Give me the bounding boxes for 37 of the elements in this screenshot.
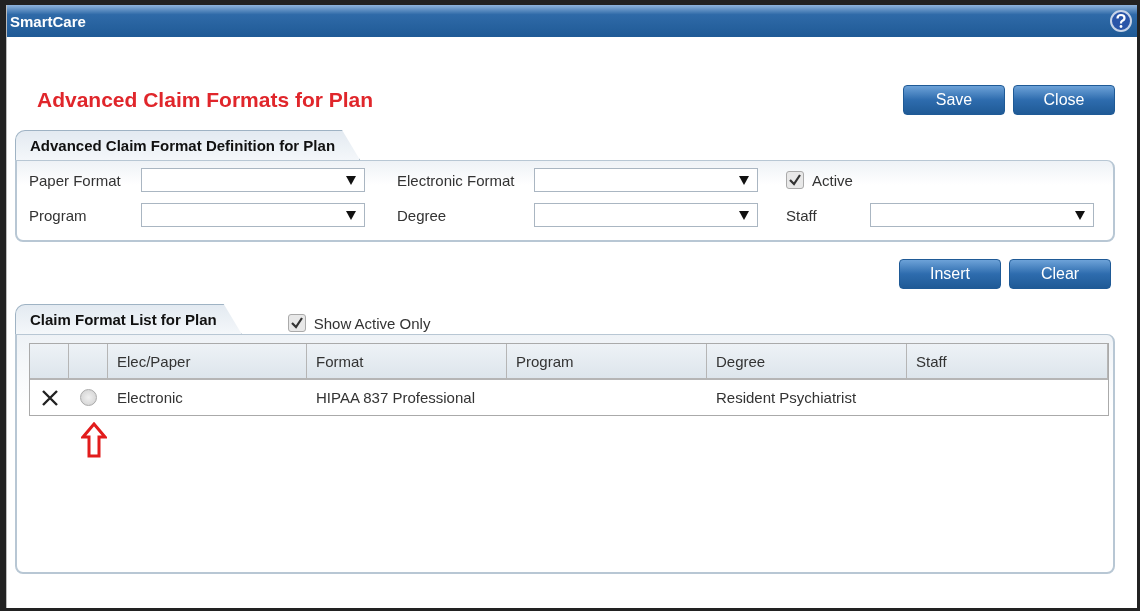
field-label: Electronic Format <box>397 171 516 189</box>
table-cell-text: Resident Psychiatrist <box>715 388 858 408</box>
column-header[interactable]: Program <box>507 344 707 378</box>
dropdown-field[interactable] <box>534 168 758 192</box>
column-header[interactable]: Degree <box>707 344 907 378</box>
radio-button[interactable] <box>80 389 97 406</box>
help-icon[interactable] <box>1110 10 1132 32</box>
action-button[interactable]: Insert <box>899 259 1001 289</box>
column-header[interactable]: Staff <box>907 344 1108 378</box>
field-label: Degree <box>397 206 448 224</box>
dropdown-arrow-icon <box>739 210 749 220</box>
arrow-icon <box>81 422 107 458</box>
window-title: SmartCare <box>10 12 86 30</box>
field-label: Staff <box>786 206 818 224</box>
field-label: Paper Format <box>29 171 122 189</box>
dropdown-field[interactable] <box>870 203 1094 227</box>
dropdown-field[interactable] <box>141 203 365 227</box>
checkbox[interactable] <box>287 314 306 332</box>
column-header[interactable]: Elec/Paper <box>108 344 307 378</box>
action-button[interactable]: Close <box>1013 85 1115 115</box>
table-cell-text: HIPAA 837 Professional <box>315 388 476 408</box>
column-header[interactable]: Format <box>307 344 507 378</box>
dropdown-field[interactable] <box>534 203 758 227</box>
table-cell-text: Electronic <box>116 388 184 408</box>
checkbox-label: Show Active Only <box>313 314 431 332</box>
page-heading: Advanced Claim Formats for Plan <box>37 88 374 112</box>
dropdown-arrow-icon <box>1075 210 1085 220</box>
dropdown-arrow-icon <box>346 175 356 185</box>
checkbox-label: Active <box>812 171 853 189</box>
dropdown-field[interactable] <box>141 168 365 192</box>
field-label: Program <box>29 206 88 224</box>
delete-icon[interactable] <box>40 388 59 407</box>
action-button[interactable]: Clear <box>1009 259 1111 289</box>
action-button[interactable]: Save <box>903 85 1005 115</box>
dropdown-arrow-icon <box>346 210 356 220</box>
checkbox[interactable] <box>786 171 804 189</box>
dropdown-arrow-icon <box>739 175 749 185</box>
